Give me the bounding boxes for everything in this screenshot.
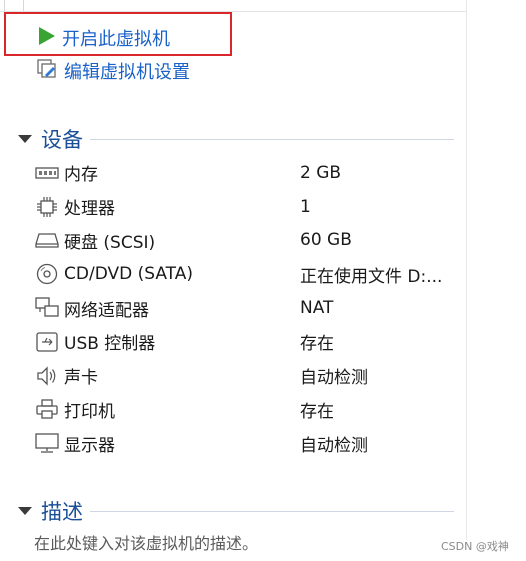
memory-icon — [34, 162, 60, 184]
edit-settings-icon — [36, 58, 58, 84]
device-value: 自动检测 — [300, 368, 368, 389]
devices-section-toggle[interactable]: 设备 — [18, 124, 83, 154]
hard-disk-icon — [34, 229, 60, 251]
edit-settings-label: 编辑虚拟机设置 — [64, 62, 190, 83]
description-section-rule — [90, 511, 454, 512]
play-icon — [36, 26, 56, 50]
device-row-network-adapter[interactable]: 网络适配器 NAT — [34, 291, 464, 325]
device-value: 自动检测 — [300, 435, 368, 456]
sound-card-icon — [34, 365, 60, 387]
toolbar-stub — [4, 0, 24, 11]
display-icon — [34, 432, 60, 454]
device-value: 2 GB — [300, 162, 342, 183]
processor-icon — [34, 196, 60, 218]
device-name: 处理器 — [64, 199, 115, 220]
cd-dvd-icon — [34, 263, 60, 285]
device-name: CD/DVD (SATA) — [64, 264, 193, 285]
device-list: 内存 2 GB 处理器 1 硬盘 (SCSI) 60 GB CD/DVD (SA… — [34, 156, 464, 460]
collapse-triangle-icon — [18, 135, 32, 143]
device-value: 1 — [300, 196, 311, 217]
printer-icon — [34, 398, 60, 420]
panel-divider — [466, 0, 467, 540]
device-row-processor[interactable]: 处理器 1 — [34, 190, 464, 224]
description-section-title: 描述 — [41, 500, 83, 524]
usb-icon — [34, 331, 60, 353]
watermark: CSDN @戏神 — [441, 540, 509, 553]
device-name: 声卡 — [64, 368, 98, 389]
device-row-cd-dvd[interactable]: CD/DVD (SATA) 正在使用文件 D:... — [34, 257, 464, 291]
device-value: 存在 — [300, 334, 334, 355]
device-name: 打印机 — [64, 401, 115, 422]
device-name: 硬盘 (SCSI) — [64, 232, 156, 253]
network-adapter-icon — [34, 297, 60, 319]
device-value: 60 GB — [300, 230, 352, 251]
description-section-toggle[interactable]: 描述 — [18, 496, 83, 526]
description-field[interactable]: 在此处键入对该虚拟机的描述。 — [34, 530, 258, 554]
device-value: 正在使用文件 D:... — [300, 266, 443, 287]
collapse-triangle-icon — [18, 507, 32, 515]
device-row-hard-disk[interactable]: 硬盘 (SCSI) 60 GB — [34, 224, 464, 258]
devices-section-title: 设备 — [41, 128, 83, 152]
device-row-printer[interactable]: 打印机 存在 — [34, 393, 464, 427]
devices-section-rule — [90, 139, 454, 140]
device-value: 存在 — [300, 401, 334, 422]
device-row-usb[interactable]: USB 控制器 存在 — [34, 325, 464, 359]
device-name: 显示器 — [64, 435, 115, 456]
start-vm-button[interactable]: 开启此虚拟机 — [36, 25, 170, 51]
device-name: 内存 — [64, 165, 98, 186]
device-value: NAT — [300, 298, 334, 319]
device-name: 网络适配器 — [64, 300, 149, 321]
edit-settings-button[interactable]: 编辑虚拟机设置 — [36, 58, 190, 84]
start-vm-label: 开启此虚拟机 — [62, 29, 170, 50]
device-row-display[interactable]: 显示器 自动检测 — [34, 426, 464, 460]
device-name: USB 控制器 — [64, 334, 156, 355]
device-row-memory[interactable]: 内存 2 GB — [34, 156, 464, 190]
device-row-sound-card[interactable]: 声卡 自动检测 — [34, 359, 464, 393]
